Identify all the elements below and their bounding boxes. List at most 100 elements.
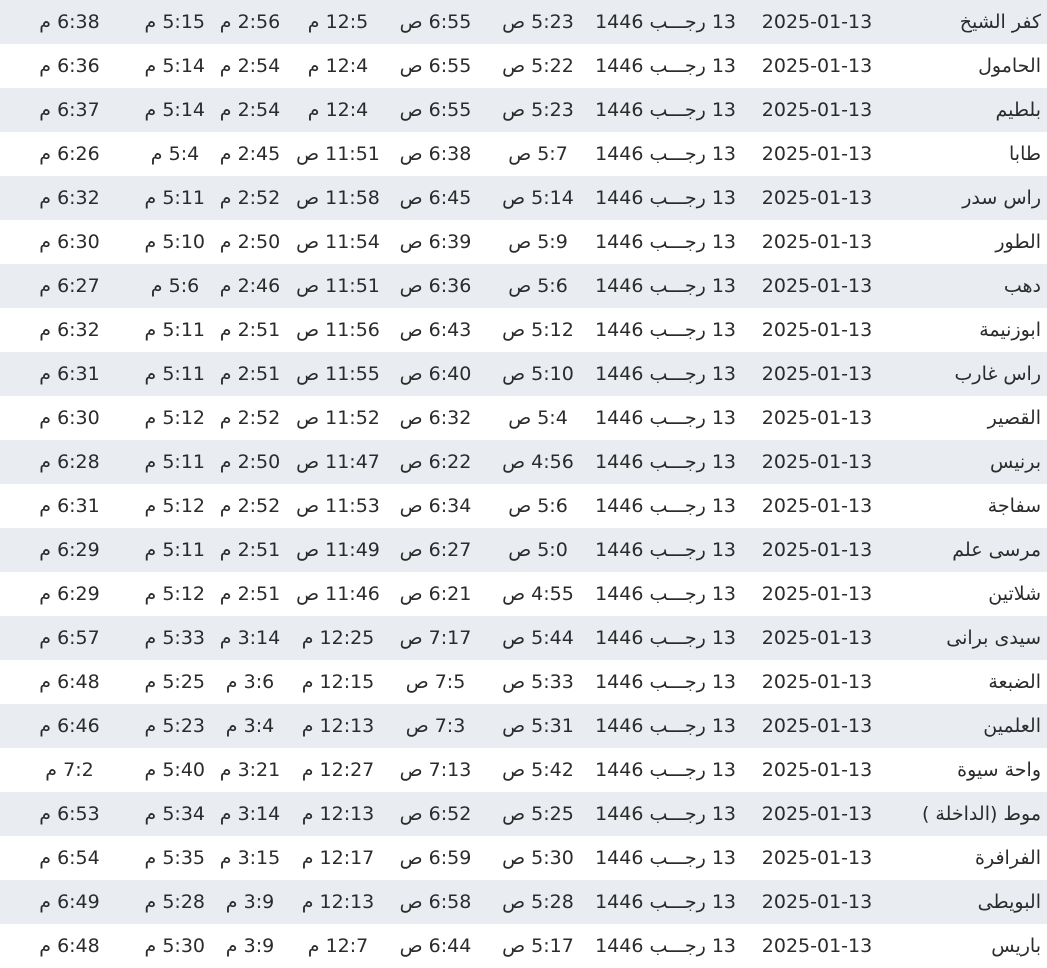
fajr-time: 5:7 ص xyxy=(484,132,592,176)
hijri-date-text: 13 رجـــب 1446 xyxy=(595,407,736,429)
isha-time-text: 6:38 م xyxy=(39,11,100,33)
isha-time-text: 6:30 م xyxy=(39,231,100,253)
gregorian-date-text: 2025-01-13 xyxy=(761,495,873,517)
dhuhr-time: 11:49 ص xyxy=(289,528,387,572)
isha-time-text: 6:32 م xyxy=(39,187,100,209)
dhuhr-time-text: 11:51 ص xyxy=(296,275,380,297)
asr-time-text: 2:54 م xyxy=(219,55,281,77)
sunrise-time-text: 6:44 ص xyxy=(399,935,472,957)
dhuhr-time-text: 11:51 ص xyxy=(296,143,380,165)
fajr-time-text: 5:30 ص xyxy=(502,847,574,869)
isha-time-text: 6:48 م xyxy=(39,935,100,957)
maghrib-time: 5:12 م xyxy=(139,396,211,440)
dhuhr-time-text: 12:13 م xyxy=(301,803,375,825)
hijri-date: 13 رجـــب 1446 xyxy=(592,924,742,968)
dhuhr-time: 11:56 ص xyxy=(289,308,387,352)
dhuhr-time-text: 12:7 م xyxy=(307,935,369,957)
isha-time: 6:37 م xyxy=(0,88,139,132)
city-name-text: ابوزنيمة xyxy=(979,319,1041,341)
fajr-time-text: 5:44 ص xyxy=(502,627,574,649)
city-name-text: الحامول xyxy=(978,55,1041,77)
maghrib-time: 5:14 م xyxy=(139,44,211,88)
maghrib-time: 5:11 م xyxy=(139,176,211,220)
isha-time-text: 6:54 م xyxy=(39,847,100,869)
hijri-date-text: 13 رجـــب 1446 xyxy=(595,715,736,737)
dhuhr-time: 11:46 ص xyxy=(289,572,387,616)
dhuhr-time-text: 12:4 م xyxy=(307,55,369,77)
gregorian-date-text: 2025-01-13 xyxy=(761,891,873,913)
gregorian-date-text: 2025-01-13 xyxy=(761,715,873,737)
fajr-time-text: 5:28 ص xyxy=(502,891,574,913)
city-name-text: راس غارب xyxy=(954,363,1041,385)
gregorian-date: 2025-01-13 xyxy=(742,132,892,176)
sunrise-time: 6:27 ص xyxy=(387,528,484,572)
sunrise-time-text: 6:43 ص xyxy=(399,319,472,341)
sunrise-time-text: 7:17 ص xyxy=(399,627,472,649)
gregorian-date: 2025-01-13 xyxy=(742,704,892,748)
maghrib-time-text: 5:11 م xyxy=(144,319,205,341)
dhuhr-time: 11:53 ص xyxy=(289,484,387,528)
isha-time-text: 6:31 م xyxy=(39,495,100,517)
fajr-time: 5:10 ص xyxy=(484,352,592,396)
sunrise-time: 7:17 ص xyxy=(387,616,484,660)
city-name: برنيس xyxy=(892,440,1047,484)
fajr-time: 5:23 ص xyxy=(484,0,592,44)
fajr-time-text: 5:22 ص xyxy=(502,55,574,77)
dhuhr-time: 11:54 ص xyxy=(289,220,387,264)
city-name: البويطى xyxy=(892,880,1047,924)
gregorian-date: 2025-01-13 xyxy=(742,44,892,88)
gregorian-date-text: 2025-01-13 xyxy=(761,407,873,429)
asr-time-text: 3:15 م xyxy=(219,847,281,869)
dhuhr-time-text: 11:52 ص xyxy=(296,407,380,429)
asr-time-text: 2:56 م xyxy=(219,11,281,33)
dhuhr-time: 11:55 ص xyxy=(289,352,387,396)
maghrib-time: 5:23 م xyxy=(139,704,211,748)
maghrib-time-text: 5:10 م xyxy=(144,231,205,253)
gregorian-date-text: 2025-01-13 xyxy=(761,55,873,77)
fajr-time-text: 5:10 ص xyxy=(502,363,574,385)
isha-time-text: 6:26 م xyxy=(39,143,100,165)
asr-time: 2:51 م xyxy=(211,528,289,572)
maghrib-time-text: 5:28 م xyxy=(144,891,205,913)
fajr-time-text: 5:23 ص xyxy=(502,11,574,33)
asr-time-text: 3:6 م xyxy=(225,671,275,693)
gregorian-date: 2025-01-13 xyxy=(742,308,892,352)
sunrise-time: 6:22 ص xyxy=(387,440,484,484)
hijri-date-text: 13 رجـــب 1446 xyxy=(595,99,736,121)
gregorian-date: 2025-01-13 xyxy=(742,748,892,792)
isha-time: 6:29 م xyxy=(0,572,139,616)
asr-time-text: 2:51 م xyxy=(219,319,281,341)
hijri-date: 13 رجـــب 1446 xyxy=(592,792,742,836)
fajr-time: 5:23 ص xyxy=(484,88,592,132)
city-name: الفرافرة xyxy=(892,836,1047,880)
maghrib-time: 5:25 م xyxy=(139,660,211,704)
fajr-time-text: 5:31 ص xyxy=(502,715,574,737)
maghrib-time-text: 5:4 م xyxy=(150,143,200,165)
hijri-date: 13 رجـــب 1446 xyxy=(592,836,742,880)
gregorian-date: 2025-01-13 xyxy=(742,880,892,924)
sunrise-time: 7:5 ص xyxy=(387,660,484,704)
isha-time-text: 7:2 م xyxy=(45,759,94,781)
prayer-times-table: كفر الشيخ 2025-01-13 13 رجـــب 1446 5:23 ص 6… xyxy=(0,0,1047,968)
table-row: دهب 2025-01-13 13 رجـــب 1446 5:6 ص 6:36 ص 11… xyxy=(0,264,1047,308)
gregorian-date-text: 2025-01-13 xyxy=(761,803,873,825)
isha-time: 6:38 م xyxy=(0,0,139,44)
dhuhr-time: 11:58 ص xyxy=(289,176,387,220)
isha-time: 6:57 م xyxy=(0,616,139,660)
fajr-time: 5:12 ص xyxy=(484,308,592,352)
maghrib-time-text: 5:11 م xyxy=(144,363,205,385)
hijri-date: 13 رجـــب 1446 xyxy=(592,0,742,44)
fajr-time: 5:42 ص xyxy=(484,748,592,792)
maghrib-time: 5:4 م xyxy=(139,132,211,176)
asr-time: 2:52 م xyxy=(211,176,289,220)
city-name-text: مرسى علم xyxy=(952,539,1041,561)
gregorian-date-text: 2025-01-13 xyxy=(761,11,873,33)
city-name: بلطيم xyxy=(892,88,1047,132)
gregorian-date-text: 2025-01-13 xyxy=(761,451,873,473)
dhuhr-time: 12:17 م xyxy=(289,836,387,880)
table-row: الفرافرة 2025-01-13 13 رجـــب 1446 5:30 ص 6:… xyxy=(0,836,1047,880)
dhuhr-time-text: 12:13 م xyxy=(301,715,375,737)
maghrib-time: 5:11 م xyxy=(139,528,211,572)
fajr-time: 5:30 ص xyxy=(484,836,592,880)
asr-time-text: 3:4 م xyxy=(225,715,275,737)
